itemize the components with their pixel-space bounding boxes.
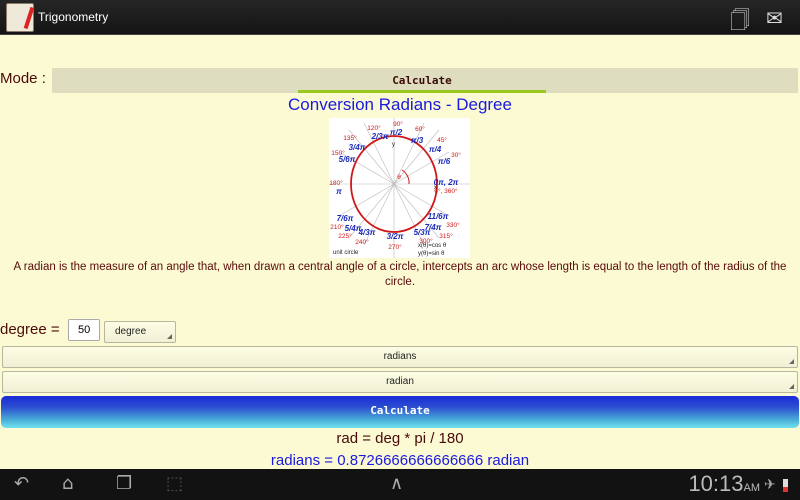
label-deg-270: 270° [388, 243, 402, 251]
action-bar: Trigonometry 🗍 ✉ [0, 0, 800, 35]
label-rad-210: 7/6π [337, 214, 354, 223]
label-deg-60: 60° [415, 125, 425, 133]
target-unit-select[interactable]: radian [2, 371, 798, 393]
label-deg-30: 30° [451, 151, 461, 159]
dropdown-arrow-icon [167, 334, 172, 339]
label-theta: θ [397, 174, 401, 181]
target-unit-select-value: radian [386, 376, 414, 387]
back-icon[interactable]: ↶ [14, 473, 29, 494]
label-rad-0: 0π, 2π [434, 178, 459, 187]
label-deg-45: 45° [437, 136, 447, 144]
label-rad-180: π [336, 187, 342, 196]
label-rad-45: π/4 [429, 145, 442, 154]
dropdown-arrow-icon [789, 384, 794, 389]
home-icon[interactable]: ⌂ [62, 473, 73, 494]
label-rad-300: 5/3π [414, 228, 431, 237]
label-rad-60: π/3 [411, 136, 424, 145]
label-deg-240: 240° [355, 238, 369, 246]
copy-pages-icon[interactable]: 🗍 [730, 6, 750, 40]
airplane-mode-icon: ✈ [764, 477, 776, 493]
calculate-button[interactable]: Calculate [1, 396, 799, 428]
recent-apps-icon[interactable]: ❐ [116, 473, 132, 494]
label-deg-330: 330° [446, 221, 460, 229]
mode-tab-bar: Calculate [52, 68, 798, 93]
target-select[interactable]: radians [2, 346, 798, 368]
unit-circle-diagram: 90° 120° 60° 135° 45° 150° 30° 180° 0°, … [329, 118, 470, 258]
dropdown-arrow-icon [789, 359, 794, 364]
label-deg-180: 180° [329, 179, 343, 187]
label-rad-120: 2/3π [371, 132, 389, 141]
label-deg-90: 90° [393, 120, 403, 128]
label-deg-210: 210° [330, 223, 344, 231]
target-select-value: radians [383, 351, 417, 362]
radian-description: A radian is the measure of an angle that… [13, 261, 787, 288]
label-rad-135: 3/4π [349, 143, 366, 152]
equation-y: y(θ)=sin θ [418, 251, 445, 257]
degree-label: degree = [0, 321, 60, 338]
chevron-up-icon[interactable]: ∧ [390, 473, 403, 494]
system-nav-bar: ↶ ⌂ ❐ ⬚ ∧ 10:13AM ✈ [0, 469, 800, 500]
mail-open-icon[interactable]: ✉ [766, 6, 783, 30]
formula-text: rad = deg * pi / 180 [336, 430, 464, 447]
label-rad-270: 3/2π [387, 232, 404, 241]
label-rad-150: 5/6π [339, 155, 356, 164]
label-rad-330: 11/6π [428, 212, 449, 221]
caption-unit-circle: unit circle [333, 250, 359, 256]
tab-calculate[interactable]: Calculate [298, 68, 546, 93]
unit-select[interactable]: degree [104, 321, 176, 343]
screenshot-icon[interactable]: ⬚ [166, 473, 183, 494]
label-deg-315: 315° [439, 232, 453, 240]
label-axis-x: x [434, 185, 437, 191]
equation-x: x(θ)=cos θ [418, 243, 447, 249]
label-rad-30: π/6 [438, 157, 451, 166]
label-deg-135: 135° [343, 134, 357, 142]
clock-ampm: AM [743, 482, 761, 494]
app-notepad-icon[interactable] [6, 3, 34, 32]
page-title: Conversion Radians - Degree [288, 95, 512, 114]
result-text: radians = 0.8726666666666666 radian [270, 452, 530, 469]
label-deg-225: 225° [338, 232, 352, 240]
unit-select-value: degree [115, 326, 147, 337]
label-deg-0: 0°, 360° [434, 187, 458, 195]
battery-icon [783, 479, 788, 492]
clock-time: 10:13 [688, 471, 744, 496]
label-rad-90: π/2 [390, 128, 403, 137]
label-axis-y: y [392, 142, 395, 148]
label-rad-240: 4/3π [358, 228, 376, 237]
mode-label: Mode : [0, 70, 46, 87]
degree-input[interactable]: 50 [68, 319, 100, 341]
app-title: Trigonometry [38, 10, 109, 24]
label-deg-120: 120° [367, 124, 381, 132]
status-clock: 10:13AM [688, 471, 760, 497]
